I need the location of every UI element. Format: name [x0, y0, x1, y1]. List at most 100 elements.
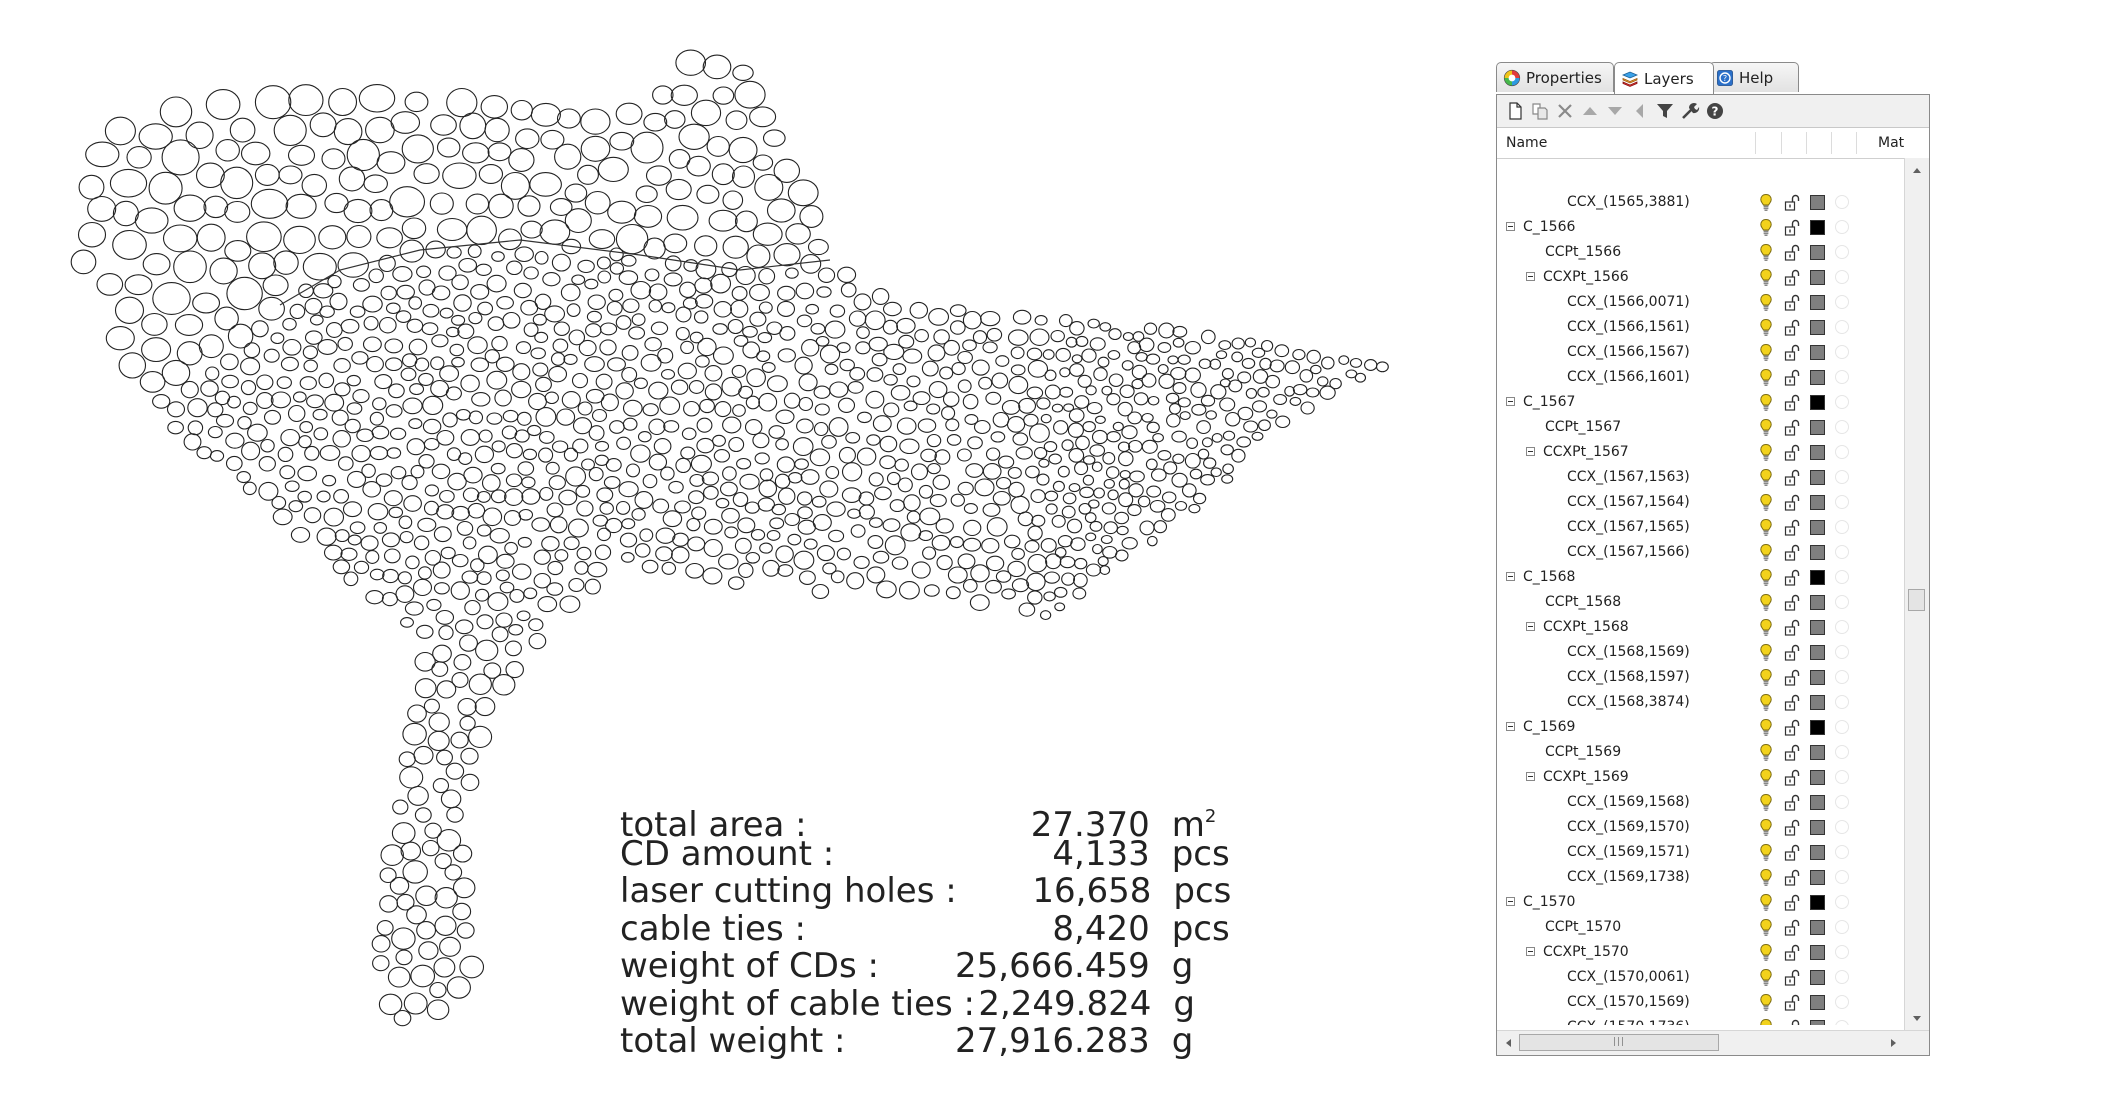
layer-color-swatch[interactable]	[1810, 345, 1825, 360]
layer-row[interactable]: CCX_(1569,1571)	[1497, 840, 1905, 865]
layer-visible-bulb-icon[interactable]	[1759, 818, 1773, 837]
collapse-icon[interactable]	[1526, 447, 1535, 456]
column-header-material[interactable]: Mat	[1878, 135, 1904, 151]
vertical-scrollbar[interactable]	[1904, 158, 1929, 1031]
layer-row[interactable]: CCXPt_1570	[1497, 940, 1905, 965]
layer-material-icon[interactable]	[1835, 345, 1849, 359]
layer-visible-bulb-icon[interactable]	[1759, 418, 1773, 437]
layer-material-icon[interactable]	[1835, 720, 1849, 734]
layer-unlocked-icon[interactable]	[1784, 593, 1800, 612]
layer-material-icon[interactable]	[1835, 620, 1849, 634]
collapse-icon[interactable]	[1526, 272, 1535, 281]
collapse-icon[interactable]	[1506, 722, 1515, 731]
layer-unlocked-icon[interactable]	[1784, 1018, 1800, 1025]
layer-unlocked-icon[interactable]	[1784, 818, 1800, 837]
layer-material-icon[interactable]	[1835, 445, 1849, 459]
layer-unlocked-icon[interactable]	[1784, 718, 1800, 737]
layer-material-icon[interactable]	[1835, 270, 1849, 284]
layer-unlocked-icon[interactable]	[1784, 543, 1800, 562]
tab-help[interactable]: ? Help	[1709, 62, 1799, 92]
layer-color-swatch[interactable]	[1810, 370, 1825, 385]
layer-color-swatch[interactable]	[1810, 595, 1825, 610]
layer-visible-bulb-icon[interactable]	[1759, 443, 1773, 462]
layer-visible-bulb-icon[interactable]	[1759, 468, 1773, 487]
layer-material-icon[interactable]	[1835, 595, 1849, 609]
layer-material-icon[interactable]	[1835, 870, 1849, 884]
layer-row[interactable]: CCX_(1566,1601)	[1497, 365, 1905, 390]
layer-unlocked-icon[interactable]	[1784, 968, 1800, 987]
layer-material-icon[interactable]	[1835, 995, 1849, 1009]
layer-row[interactable]: C_1566	[1497, 215, 1905, 240]
layer-visible-bulb-icon[interactable]	[1759, 593, 1773, 612]
layer-visible-bulb-icon[interactable]	[1759, 943, 1773, 962]
layer-visible-bulb-icon[interactable]	[1759, 643, 1773, 662]
scroll-right-icon[interactable]	[1891, 1039, 1896, 1047]
layer-visible-bulb-icon[interactable]	[1759, 268, 1773, 287]
layer-unlocked-icon[interactable]	[1784, 418, 1800, 437]
layer-color-swatch[interactable]	[1810, 220, 1825, 235]
layer-row[interactable]: CCX_(1566,1561)	[1497, 315, 1905, 340]
collapse-icon[interactable]	[1506, 572, 1515, 581]
layer-row[interactable]: CCX_(1568,1569)	[1497, 640, 1905, 665]
layer-color-swatch[interactable]	[1810, 670, 1825, 685]
layer-material-icon[interactable]	[1835, 220, 1849, 234]
layer-row[interactable]: C_1568	[1497, 565, 1905, 590]
layer-visible-bulb-icon[interactable]	[1759, 493, 1773, 512]
layer-material-icon[interactable]	[1835, 295, 1849, 309]
layer-unlocked-icon[interactable]	[1784, 268, 1800, 287]
tools-button[interactable]	[1680, 100, 1700, 122]
new-layer-button[interactable]	[1505, 100, 1525, 122]
layer-visible-bulb-icon[interactable]	[1759, 693, 1773, 712]
layer-color-swatch[interactable]	[1810, 195, 1825, 210]
layer-color-swatch[interactable]	[1810, 695, 1825, 710]
vertical-scroll-thumb[interactable]	[1908, 589, 1925, 611]
layer-material-icon[interactable]	[1835, 395, 1849, 409]
layer-visible-bulb-icon[interactable]	[1759, 968, 1773, 987]
layer-color-swatch[interactable]	[1810, 320, 1825, 335]
layer-material-icon[interactable]	[1835, 320, 1849, 334]
layer-unlocked-icon[interactable]	[1784, 743, 1800, 762]
layer-visible-bulb-icon[interactable]	[1759, 568, 1773, 587]
layer-material-icon[interactable]	[1835, 895, 1849, 909]
layer-row[interactable]: CCXPt_1567	[1497, 440, 1905, 465]
layer-unlocked-icon[interactable]	[1784, 668, 1800, 687]
layer-material-icon[interactable]	[1835, 670, 1849, 684]
layer-row[interactable]: CCPt_1567	[1497, 415, 1905, 440]
layer-visible-bulb-icon[interactable]	[1759, 793, 1773, 812]
layer-unlocked-icon[interactable]	[1784, 568, 1800, 587]
layer-material-icon[interactable]	[1835, 645, 1849, 659]
layer-color-swatch[interactable]	[1810, 545, 1825, 560]
layer-material-icon[interactable]	[1835, 1020, 1849, 1025]
layer-color-swatch[interactable]	[1810, 745, 1825, 760]
collapse-icon[interactable]	[1526, 622, 1535, 631]
layer-visible-bulb-icon[interactable]	[1759, 218, 1773, 237]
collapse-icon[interactable]	[1526, 772, 1535, 781]
layer-row[interactable]: CCXPt_1566	[1497, 265, 1905, 290]
layer-visible-bulb-icon[interactable]	[1759, 1018, 1773, 1025]
layer-unlocked-icon[interactable]	[1784, 693, 1800, 712]
layer-material-icon[interactable]	[1835, 745, 1849, 759]
layer-material-icon[interactable]	[1835, 245, 1849, 259]
layer-color-swatch[interactable]	[1810, 270, 1825, 285]
layer-unlocked-icon[interactable]	[1784, 868, 1800, 887]
layer-row[interactable]: CCX_(1565,3881)	[1497, 190, 1905, 215]
layer-color-swatch[interactable]	[1810, 970, 1825, 985]
layer-material-icon[interactable]	[1835, 795, 1849, 809]
layer-color-swatch[interactable]	[1810, 995, 1825, 1010]
layer-visible-bulb-icon[interactable]	[1759, 743, 1773, 762]
tab-properties[interactable]: Properties	[1496, 62, 1614, 92]
layer-row[interactable]: C_1567	[1497, 390, 1905, 415]
layer-row[interactable]: C_1569	[1497, 715, 1905, 740]
layer-material-icon[interactable]	[1835, 420, 1849, 434]
layer-visible-bulb-icon[interactable]	[1759, 518, 1773, 537]
layer-material-icon[interactable]	[1835, 370, 1849, 384]
layer-unlocked-icon[interactable]	[1784, 443, 1800, 462]
layer-visible-bulb-icon[interactable]	[1759, 993, 1773, 1012]
layer-material-icon[interactable]	[1835, 970, 1849, 984]
layer-unlocked-icon[interactable]	[1784, 368, 1800, 387]
collapse-icon[interactable]	[1506, 897, 1515, 906]
delete-button[interactable]	[1555, 100, 1575, 122]
layer-row[interactable]: CCPt_1569	[1497, 740, 1905, 765]
layer-row[interactable]: CCX_(1567,1565)	[1497, 515, 1905, 540]
layer-unlocked-icon[interactable]	[1784, 193, 1800, 212]
